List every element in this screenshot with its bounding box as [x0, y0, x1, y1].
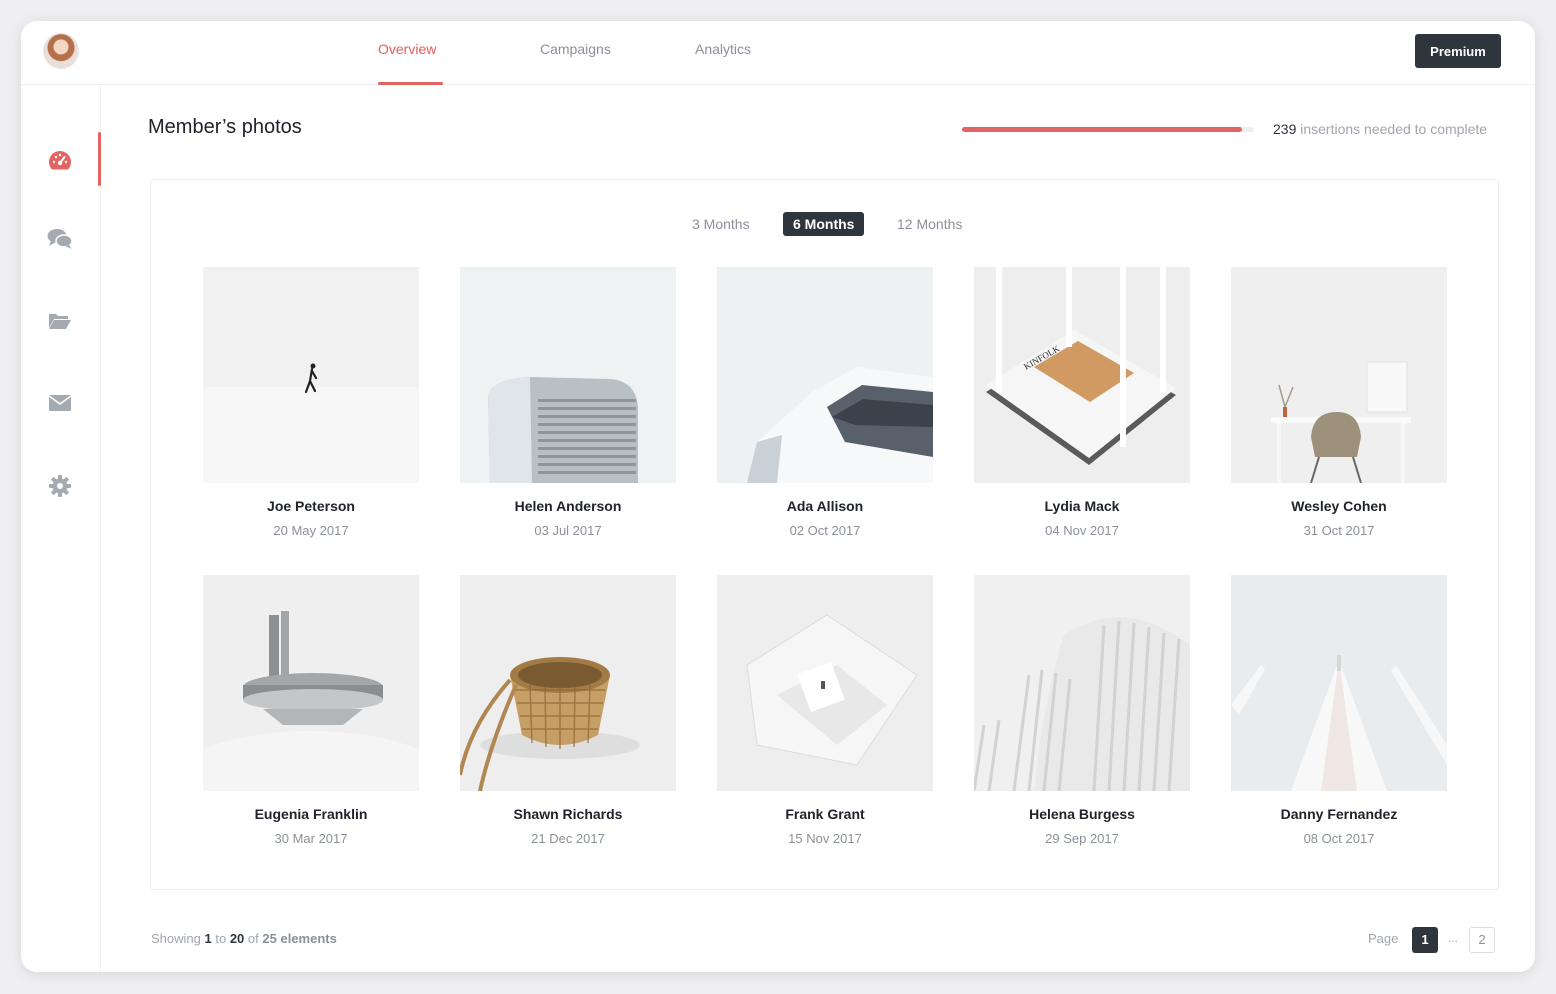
photo-date: 21 Dec 2017: [531, 831, 605, 846]
photo-date: 30 Mar 2017: [274, 831, 348, 846]
photo-thumbnail[interactable]: [203, 267, 419, 483]
photo-date: 03 Jul 2017: [534, 523, 602, 538]
insertions-text: insertions needed to complete: [1300, 121, 1488, 137]
photo-thumbnail[interactable]: [717, 267, 933, 483]
sidebar-item-files[interactable]: [47, 308, 73, 334]
photo-card[interactable]: Helena Burgess 29 Sep 2017: [974, 575, 1190, 846]
showing-label: Showing: [151, 931, 201, 946]
photo-thumbnail[interactable]: [1231, 267, 1447, 483]
tab-campaigns[interactable]: Campaigns: [540, 41, 611, 57]
photo-date: 29 Sep 2017: [1045, 831, 1119, 846]
dashboard-icon: [49, 151, 71, 170]
range-start: 1: [204, 931, 212, 946]
sidebar-item-mail[interactable]: [47, 390, 73, 416]
page-2-button[interactable]: 2: [1469, 927, 1495, 953]
pagination-ellipsis: ...: [1448, 931, 1459, 945]
sidebar-active-indicator: [98, 132, 101, 186]
avatar[interactable]: [43, 33, 79, 69]
mail-icon: [48, 395, 72, 411]
sidebar-item-messages[interactable]: [47, 226, 73, 252]
range-12-months[interactable]: 12 Months: [887, 212, 972, 236]
range-6-months[interactable]: 6 Months: [783, 212, 865, 236]
premium-button[interactable]: Premium: [1415, 34, 1501, 68]
insertions-count: 239: [1273, 121, 1297, 137]
photo-date: 02 Oct 2017: [789, 523, 861, 538]
photo-date: 04 Nov 2017: [1045, 523, 1119, 538]
photo-card[interactable]: Ada Allison 02 Oct 2017: [717, 267, 933, 538]
member-name: Ada Allison: [786, 498, 864, 514]
completion-progress-bar: [962, 127, 1254, 132]
chat-icon: [47, 229, 73, 249]
sidebar-item-dashboard[interactable]: [47, 147, 73, 173]
photo-card[interactable]: Joe Peterson 20 May 2017: [203, 267, 419, 538]
photo-thumbnail[interactable]: [974, 575, 1190, 791]
of-label: of: [247, 931, 259, 946]
member-name: Wesley Cohen: [1291, 498, 1387, 514]
photo-card[interactable]: Wesley Cohen 31 Oct 2017: [1231, 267, 1447, 538]
photo-thumbnail[interactable]: KINFOLK: [974, 267, 1190, 483]
photo-date: 08 Oct 2017: [1303, 831, 1375, 846]
member-name: Joe Peterson: [267, 498, 355, 514]
gear-icon: [49, 475, 71, 497]
member-name: Frank Grant: [785, 806, 865, 822]
photo-card[interactable]: Frank Grant 15 Nov 2017: [717, 575, 933, 846]
progress-fill: [962, 127, 1243, 132]
photo-card[interactable]: KINFOLK Lydia Mack 04 Nov 2017: [974, 267, 1190, 538]
app-window: Overview Campaigns Analytics Premium Mem…: [21, 21, 1535, 972]
photo-card[interactable]: Shawn Richards 21 Dec 2017: [460, 575, 676, 846]
photo-thumbnail[interactable]: [460, 575, 676, 791]
photos-card: 3 Months 6 Months 12 Months Joe Peterson…: [150, 179, 1499, 890]
member-name: Eugenia Franklin: [254, 806, 368, 822]
active-tab-indicator: [378, 82, 443, 85]
folder-icon: [49, 314, 71, 329]
photo-date: 31 Oct 2017: [1303, 523, 1375, 538]
member-name: Helena Burgess: [1029, 806, 1135, 822]
progress-label: 239 insertions needed to complete: [1273, 121, 1487, 137]
sidebar: [21, 85, 101, 972]
member-name: Shawn Richards: [513, 806, 623, 822]
photo-date: 20 May 2017: [273, 523, 349, 538]
photo-card[interactable]: Helen Anderson 03 Jul 2017: [460, 267, 676, 538]
range-3-months[interactable]: 3 Months: [682, 212, 760, 236]
tab-analytics[interactable]: Analytics: [695, 41, 751, 57]
to-label: to: [215, 931, 227, 946]
photo-card[interactable]: Eugenia Franklin 30 Mar 2017: [203, 575, 419, 846]
photo-card[interactable]: Danny Fernandez 08 Oct 2017: [1231, 575, 1447, 846]
page-label: Page: [1368, 931, 1399, 946]
tab-overview[interactable]: Overview: [378, 41, 436, 57]
photo-thumbnail[interactable]: [717, 575, 933, 791]
sidebar-item-settings[interactable]: [47, 473, 73, 499]
photo-thumbnail[interactable]: [203, 575, 419, 791]
total-count: 25 elements: [262, 931, 337, 946]
photo-date: 15 Nov 2017: [788, 831, 862, 846]
range-end: 20: [229, 931, 245, 946]
photo-thumbnail[interactable]: [460, 267, 676, 483]
top-bar: Overview Campaigns Analytics Premium: [21, 21, 1535, 85]
results-summary: Showing 1 to 20 of 25 elements: [151, 931, 337, 946]
photo-thumbnail[interactable]: [1231, 575, 1447, 791]
page-title: Member’s photos: [148, 116, 302, 138]
member-name: Lydia Mack: [1044, 498, 1120, 514]
member-name: Helen Anderson: [514, 498, 622, 514]
member-name: Danny Fernandez: [1280, 806, 1398, 822]
page-1-button[interactable]: 1: [1412, 927, 1438, 953]
